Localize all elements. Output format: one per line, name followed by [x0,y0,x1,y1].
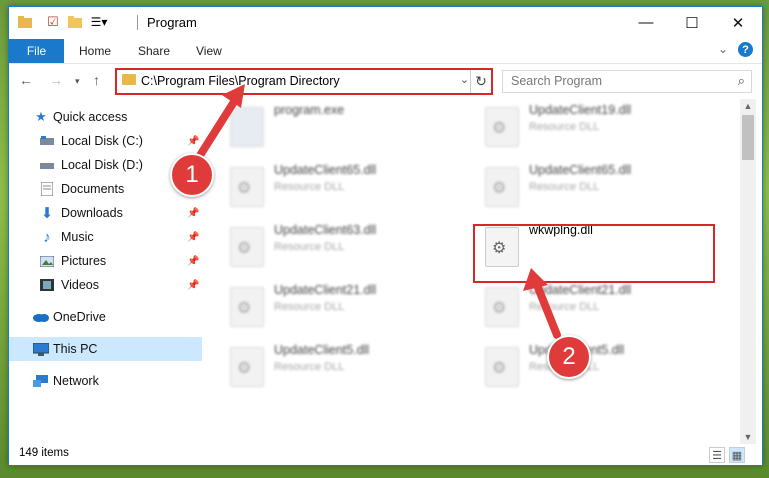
scroll-up-icon[interactable]: ▲ [740,99,756,113]
arrow-2 [523,268,561,339]
arrow-1 [195,84,245,161]
step-2-badge: 2 [547,335,591,379]
vertical-scrollbar[interactable]: ▲ ▼ [740,99,756,444]
item-count: 149 items [19,447,69,459]
annotation-arrows [195,84,561,339]
large-icons-view-icon[interactable]: ▦ [729,447,745,463]
scroll-down-icon[interactable]: ▼ [740,430,756,444]
status-bar: 149 items ☰ ▦ [9,444,762,465]
scroll-thumb[interactable] [742,115,754,160]
explorer-window: ☑ ☰▾ Program — ☐ ✕ File Home Share View … [8,6,763,466]
step-1-badge: 1 [170,153,214,197]
details-view-icon[interactable]: ☰ [709,447,725,463]
